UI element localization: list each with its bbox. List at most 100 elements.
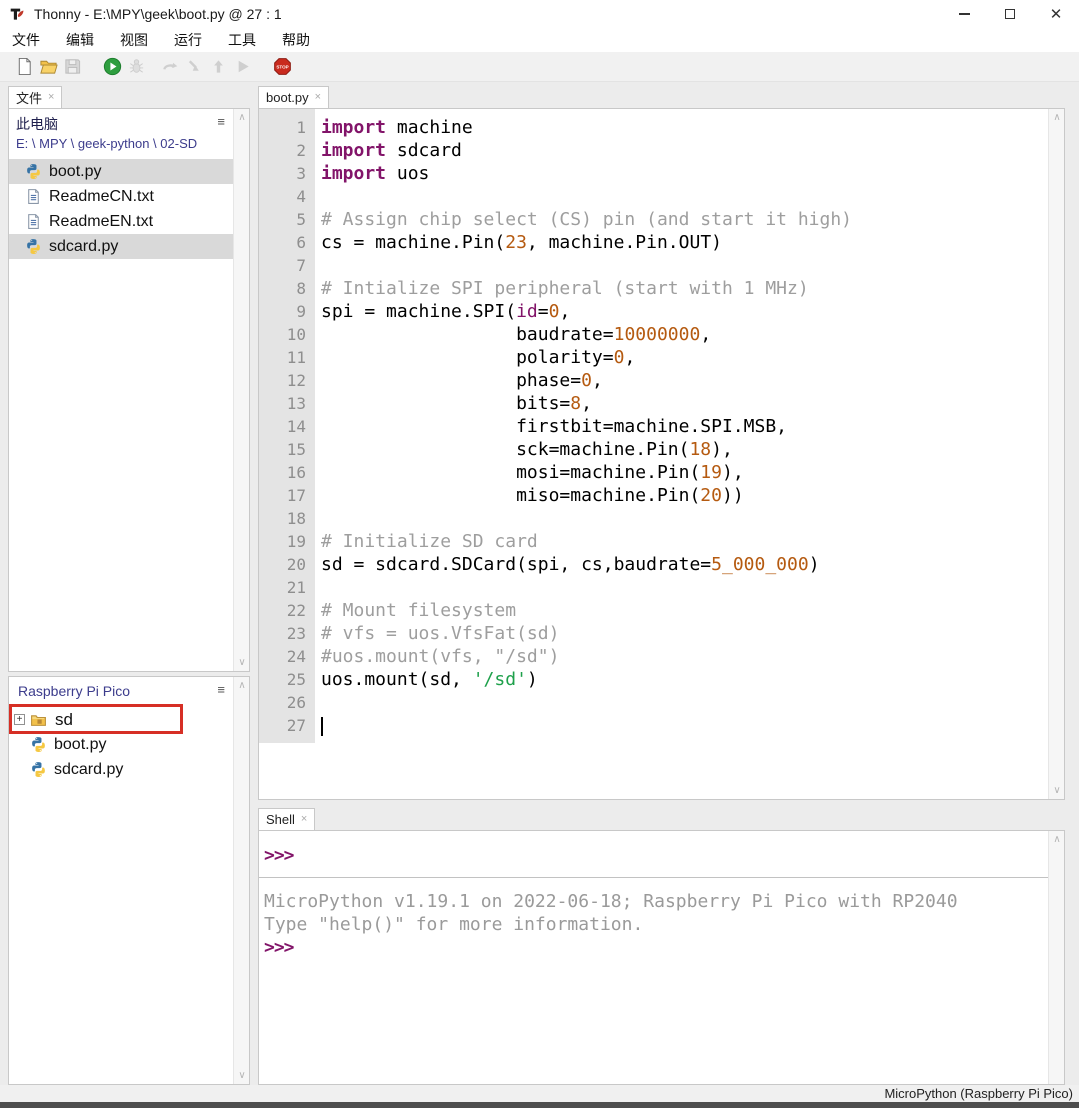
line-number: 14 bbox=[259, 415, 306, 438]
step-into-button bbox=[182, 55, 206, 79]
tab-bootpy-close-icon[interactable]: × bbox=[315, 92, 321, 103]
new-file-button[interactable] bbox=[12, 55, 36, 79]
code-line-22[interactable]: # Mount filesystem bbox=[321, 599, 1048, 622]
scroll-up-icon[interactable]: ∧ bbox=[234, 112, 250, 123]
device-item-boot.py[interactable]: boot.py bbox=[9, 732, 249, 757]
scroll-up-icon[interactable]: ∧ bbox=[234, 680, 250, 691]
device-scrollbar[interactable]: ∧ ∨ bbox=[233, 677, 249, 1084]
code-line-9[interactable]: spi = machine.SPI(id=0, bbox=[321, 300, 1048, 323]
folder-icon bbox=[30, 711, 47, 728]
shell-panel[interactable]: >>> MicroPython v1.19.1 on 2022-06-18; R… bbox=[258, 830, 1065, 1085]
menu-item-5[interactable]: 工具 bbox=[226, 28, 258, 52]
code-line-23[interactable]: # vfs = uos.VfsFat(sd) bbox=[321, 622, 1048, 645]
text-file-icon bbox=[25, 213, 42, 230]
text-cursor bbox=[321, 717, 323, 736]
stop-restart-icon: STOP bbox=[273, 57, 292, 76]
python-file-icon bbox=[25, 163, 42, 180]
thonny-logo-icon bbox=[8, 5, 26, 23]
line-number: 9 bbox=[259, 300, 306, 323]
svg-text:STOP: STOP bbox=[276, 65, 288, 70]
line-number: 20 bbox=[259, 553, 306, 576]
code-line-21[interactable] bbox=[321, 576, 1048, 599]
tab-files-close-icon[interactable]: × bbox=[48, 92, 54, 103]
code-line-15[interactable]: sck=machine.Pin(18), bbox=[321, 438, 1048, 461]
code-line-10[interactable]: baudrate=10000000, bbox=[321, 323, 1048, 346]
run-script-button[interactable] bbox=[100, 55, 124, 79]
code-line-5[interactable]: # Assign chip select (CS) pin (and start… bbox=[321, 208, 1048, 231]
python-file-icon bbox=[25, 238, 42, 255]
scroll-up-icon[interactable]: ∧ bbox=[1049, 112, 1065, 123]
scroll-up-icon[interactable]: ∧ bbox=[1049, 834, 1065, 845]
shell-prompt[interactable]: >>> bbox=[264, 844, 1048, 867]
maximize-button[interactable] bbox=[987, 0, 1033, 28]
interpreter-status[interactable]: MicroPython (Raspberry Pi Pico) bbox=[884, 1086, 1073, 1101]
code-line-27[interactable] bbox=[321, 714, 1048, 737]
stop-restart-button[interactable]: STOP bbox=[270, 55, 294, 79]
scroll-down-icon[interactable]: ∨ bbox=[234, 1070, 250, 1081]
files-menu-button[interactable]: ≡ bbox=[217, 115, 225, 128]
menu-item-1[interactable]: 文件 bbox=[10, 28, 42, 52]
file-item-label: boot.py bbox=[49, 163, 101, 181]
line-number: 24 bbox=[259, 645, 306, 668]
editor-scrollbar[interactable]: ∧ ∨ bbox=[1048, 109, 1064, 799]
code-line-8[interactable]: # Intialize SPI peripheral (start with 1… bbox=[321, 277, 1048, 300]
code-line-25[interactable]: uos.mount(sd, '/sd') bbox=[321, 668, 1048, 691]
menu-item-4[interactable]: 运行 bbox=[172, 28, 204, 52]
device-title[interactable]: Raspberry Pi Pico bbox=[18, 683, 130, 699]
code-line-6[interactable]: cs = machine.Pin(23, machine.Pin.OUT) bbox=[321, 231, 1048, 254]
menu-item-3[interactable]: 视图 bbox=[118, 28, 150, 52]
text-file-icon bbox=[25, 188, 42, 205]
maximize-icon bbox=[1005, 9, 1015, 19]
device-menu-button[interactable]: ≡ bbox=[217, 683, 225, 696]
tab-bootpy[interactable]: boot.py × bbox=[258, 86, 329, 108]
file-item-ReadmeCN.txt[interactable]: ReadmeCN.txt bbox=[9, 184, 249, 209]
new-file-icon bbox=[15, 57, 34, 76]
code-line-4[interactable] bbox=[321, 185, 1048, 208]
code-line-19[interactable]: # Initialize SD card bbox=[321, 530, 1048, 553]
files-scrollbar[interactable]: ∧ ∨ bbox=[233, 109, 249, 671]
code-line-24[interactable]: #uos.mount(vfs, "/sd") bbox=[321, 645, 1048, 668]
code-line-7[interactable] bbox=[321, 254, 1048, 277]
code-line-17[interactable]: miso=machine.Pin(20)) bbox=[321, 484, 1048, 507]
line-number: 4 bbox=[259, 185, 306, 208]
code-line-11[interactable]: polarity=0, bbox=[321, 346, 1048, 369]
code-line-26[interactable] bbox=[321, 691, 1048, 714]
step-out-icon bbox=[209, 57, 228, 76]
step-over-button bbox=[158, 55, 182, 79]
code-area[interactable]: import machineimport sdcardimport uos # A… bbox=[315, 109, 1048, 799]
shell-prompt[interactable]: >>> bbox=[264, 936, 1048, 959]
tab-files[interactable]: 文件 × bbox=[8, 86, 62, 108]
files-root-label[interactable]: 此电脑 bbox=[16, 114, 229, 134]
shell-output[interactable]: >>> MicroPython v1.19.1 on 2022-06-18; R… bbox=[259, 831, 1048, 1084]
menu-item-2[interactable]: 编辑 bbox=[64, 28, 96, 52]
open-file-button[interactable] bbox=[36, 55, 60, 79]
menu-item-6[interactable]: 帮助 bbox=[280, 28, 312, 52]
device-item-sd[interactable]: +sd bbox=[9, 707, 249, 732]
resume-icon bbox=[233, 57, 252, 76]
code-line-18[interactable] bbox=[321, 507, 1048, 530]
file-item-boot.py[interactable]: boot.py bbox=[9, 159, 249, 184]
files-path[interactable]: E: \ MPY \ geek-python \ 02-SD bbox=[16, 136, 229, 151]
expand-icon[interactable]: + bbox=[14, 714, 25, 725]
code-line-14[interactable]: firstbit=machine.SPI.MSB, bbox=[321, 415, 1048, 438]
device-item-sdcard.py[interactable]: sdcard.py bbox=[9, 757, 249, 782]
line-number: 10 bbox=[259, 323, 306, 346]
scroll-down-icon[interactable]: ∨ bbox=[1049, 785, 1065, 796]
tab-shell-label: Shell bbox=[266, 812, 295, 827]
code-line-1[interactable]: import machine bbox=[321, 116, 1048, 139]
tab-shell-close-icon[interactable]: × bbox=[301, 814, 307, 825]
file-item-sdcard.py[interactable]: sdcard.py bbox=[9, 234, 249, 259]
code-line-16[interactable]: mosi=machine.Pin(19), bbox=[321, 461, 1048, 484]
code-line-20[interactable]: sd = sdcard.SDCard(spi, cs,baudrate=5_00… bbox=[321, 553, 1048, 576]
code-editor[interactable]: 1234567891011121314151617181920212223242… bbox=[258, 108, 1065, 800]
minimize-button[interactable] bbox=[941, 0, 987, 28]
shell-scrollbar[interactable]: ∧ bbox=[1048, 831, 1064, 1084]
code-line-2[interactable]: import sdcard bbox=[321, 139, 1048, 162]
file-item-ReadmeEN.txt[interactable]: ReadmeEN.txt bbox=[9, 209, 249, 234]
code-line-3[interactable]: import uos bbox=[321, 162, 1048, 185]
scroll-down-icon[interactable]: ∨ bbox=[234, 657, 250, 668]
tab-shell[interactable]: Shell × bbox=[258, 808, 315, 830]
code-line-12[interactable]: phase=0, bbox=[321, 369, 1048, 392]
close-button[interactable]: ✕ bbox=[1033, 0, 1079, 28]
code-line-13[interactable]: bits=8, bbox=[321, 392, 1048, 415]
